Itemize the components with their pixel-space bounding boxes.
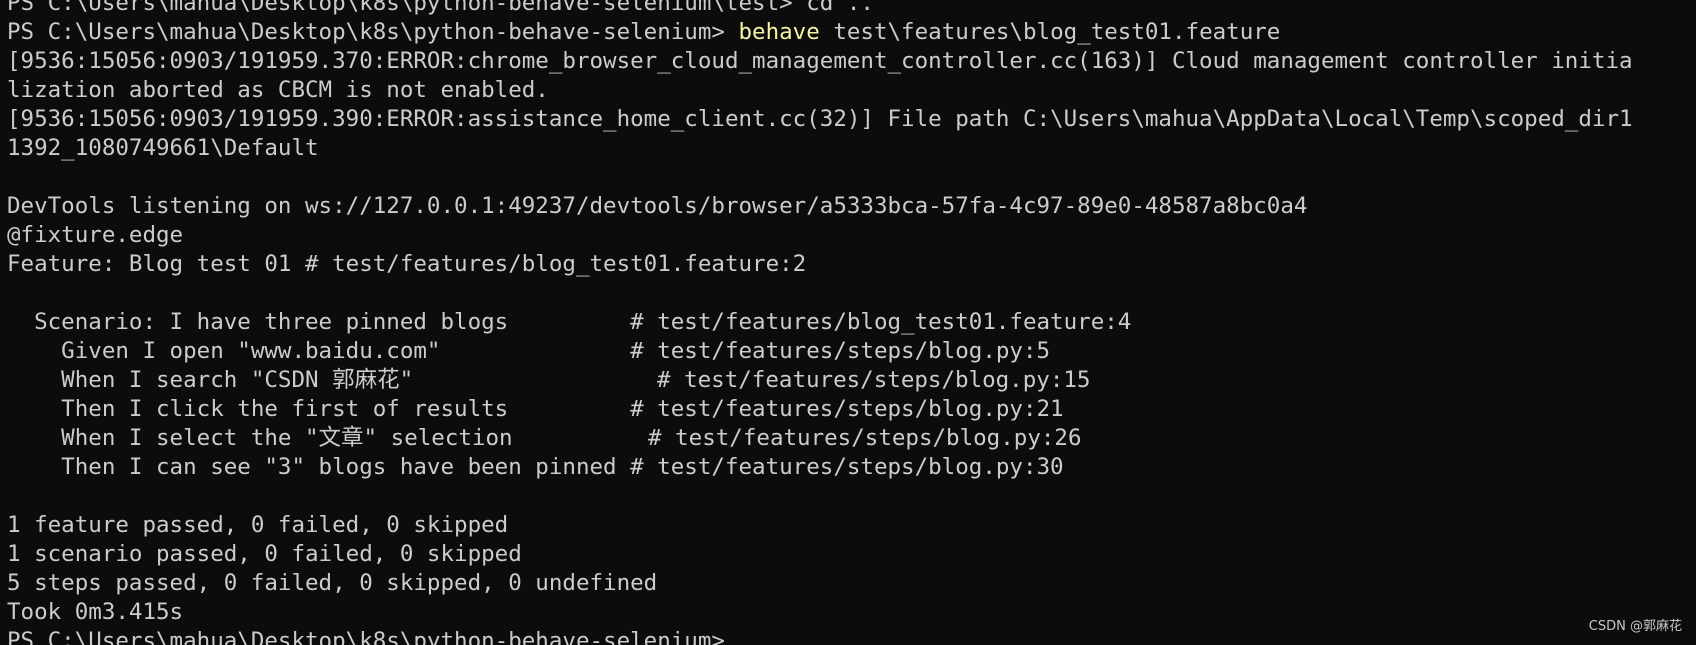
output-line: When I select the "文章" selection # test/… — [7, 425, 1082, 451]
command-line: PS C:\Users\mahua\Desktop\k8s\python-beh… — [7, 18, 1696, 47]
command-arguments: test\features\blog_test01.feature — [819, 19, 1281, 45]
partial-previous-prompt-line: PS C:\Users\mahua\Desktop\k8s\python-beh… — [7, 0, 874, 16]
output-line: 1392_1080749661\Default — [7, 135, 319, 161]
output-line: @fixture.edge — [7, 222, 184, 248]
watermark: CSDN @郭麻花 — [1588, 619, 1682, 634]
output-line: Feature: Blog test 01 # test/features/bl… — [7, 251, 807, 277]
output-line: DevTools listening on ws://127.0.0.1:492… — [7, 193, 1308, 219]
command-name: behave — [738, 19, 820, 45]
terminal-output: PS C:\Users\mahua\Desktop\k8s\python-beh… — [7, 0, 1696, 645]
output-line: When I search "CSDN 郭麻花" # test/features… — [7, 367, 1091, 393]
output-line: 5 steps passed, 0 failed, 0 skipped, 0 u… — [7, 570, 658, 596]
output-line: Scenario: I have three pinned blogs # te… — [7, 309, 1132, 335]
output-line: [9536:15056:0903/191959.370:ERROR:chrome… — [7, 48, 1633, 74]
output-line: 1 scenario passed, 0 failed, 0 skipped — [7, 541, 522, 567]
output-line: [9536:15056:0903/191959.390:ERROR:assist… — [7, 106, 1633, 132]
output-line: Then I can see "3" blogs have been pinne… — [7, 454, 1064, 480]
output-line: Given I open "www.baidu.com" # test/feat… — [7, 338, 1051, 364]
output-line: 1 feature passed, 0 failed, 0 skipped — [7, 512, 509, 538]
prompt-text: PS C:\Users\mahua\Desktop\k8s\python-beh… — [7, 19, 739, 45]
output-line: Took 0m3.415s — [7, 599, 184, 625]
output-line: Then I click the first of results # test… — [7, 396, 1064, 422]
output-line: lization aborted as CBCM is not enabled. — [7, 77, 549, 103]
current-prompt-line[interactable]: PS C:\Users\mahua\Desktop\k8s\python-beh… — [7, 627, 1696, 645]
terminal-window[interactable]: PS C:\Users\mahua\Desktop\k8s\python-beh… — [0, 0, 1696, 645]
